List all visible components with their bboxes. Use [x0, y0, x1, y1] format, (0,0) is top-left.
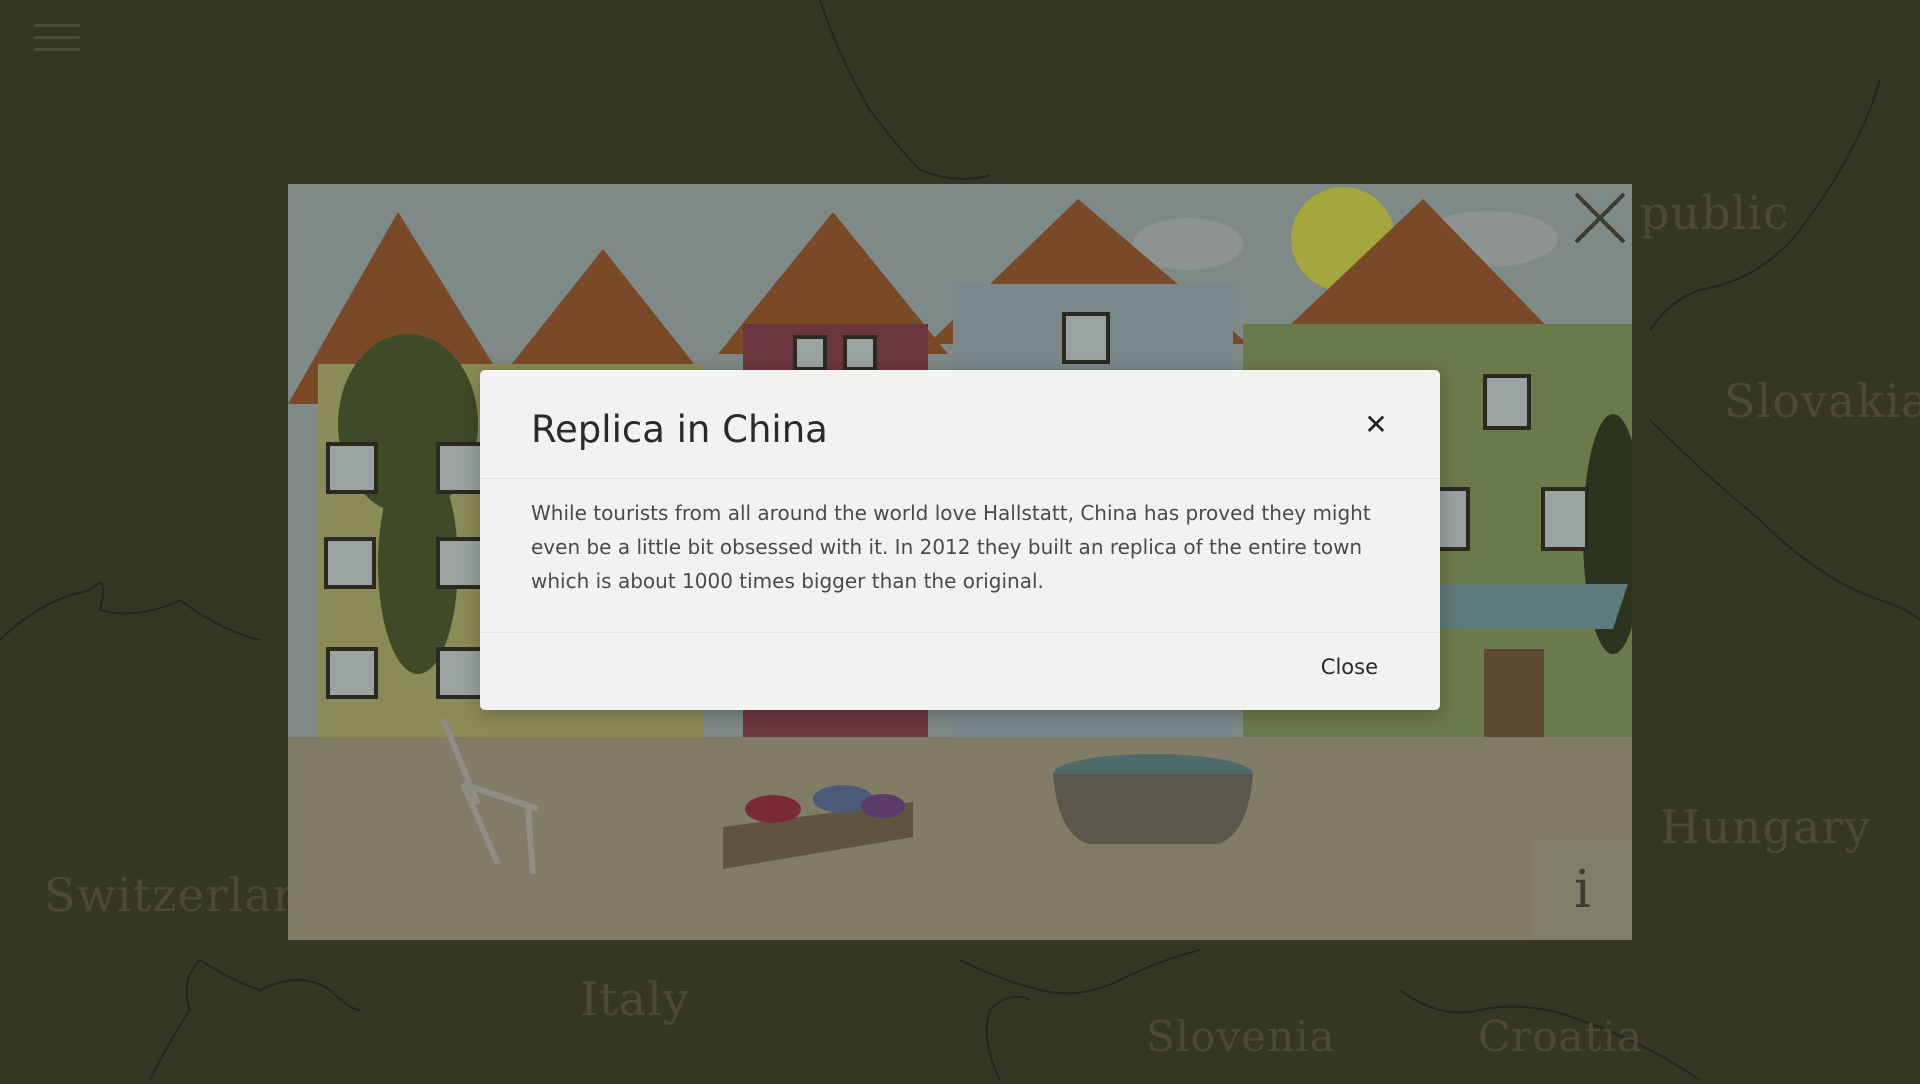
map-label-slovenia: Slovenia — [1146, 1012, 1336, 1061]
map-label-italy: Italy — [580, 972, 690, 1026]
menu-line — [34, 36, 80, 39]
modal-footer: Close — [480, 632, 1440, 711]
close-button[interactable]: Close — [1319, 651, 1380, 683]
map-label-croatia: Croatia — [1478, 1012, 1643, 1061]
close-icon[interactable] — [1574, 192, 1626, 244]
modal-title: Replica in China — [531, 408, 828, 451]
map-label-czech-republic: public — [1640, 186, 1790, 240]
hamburger-menu-icon[interactable] — [34, 24, 80, 56]
map-label-hungary: Hungary — [1660, 800, 1872, 854]
info-button[interactable]: i — [1533, 840, 1632, 940]
info-modal: Replica in China ✕ While tourists from a… — [480, 370, 1440, 710]
modal-header: Replica in China ✕ — [480, 370, 1440, 479]
info-icon: i — [1574, 860, 1591, 920]
modal-close-icon[interactable]: ✕ — [1360, 408, 1392, 441]
map-label-slovakia: Slovakia — [1724, 374, 1920, 428]
menu-line — [34, 24, 80, 27]
modal-body-text: While tourists from all around the world… — [531, 501, 1371, 593]
menu-line — [34, 48, 80, 51]
